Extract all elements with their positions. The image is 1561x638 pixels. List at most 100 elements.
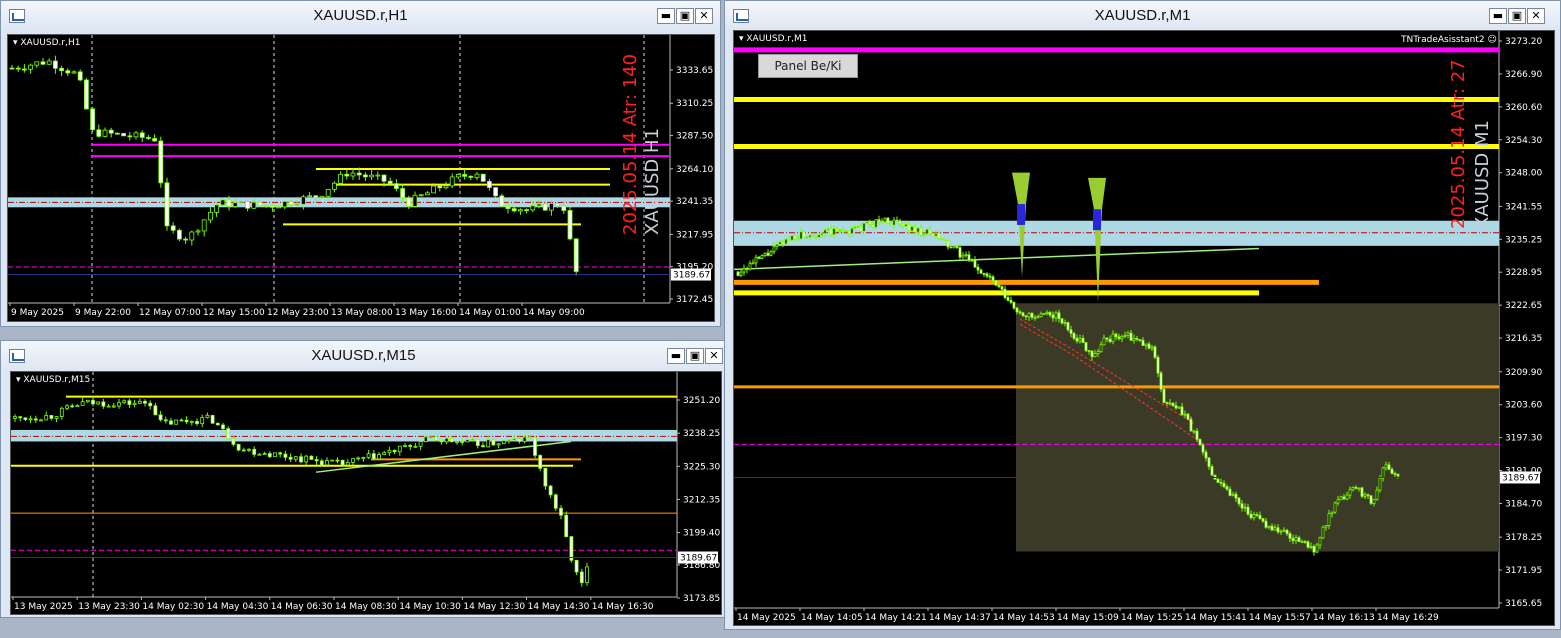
candle-body xyxy=(745,268,749,270)
window-title: XAUUSD.r,M15 xyxy=(311,347,416,364)
candle-body xyxy=(85,399,90,403)
time-label: 13 May 2025 xyxy=(14,602,73,612)
price-label: 3241.35 xyxy=(676,197,713,207)
candle-body xyxy=(195,230,201,233)
minimize-button[interactable]: ▬ xyxy=(1489,8,1507,24)
candle-body xyxy=(919,227,923,236)
candle-body xyxy=(475,438,480,446)
candle-body xyxy=(251,201,257,209)
chart-area[interactable]: 3333.65 3310.25 3287.50 3264.10 3241.35 3217.… xyxy=(7,34,715,322)
candle-body xyxy=(913,226,917,233)
minimize-button[interactable]: ▬ xyxy=(667,348,685,364)
time-label: 14 May 14:30 xyxy=(528,602,590,612)
candle-body xyxy=(1012,301,1016,309)
candle-body xyxy=(319,460,324,466)
candle-body xyxy=(1336,499,1340,504)
candle-body xyxy=(273,452,277,458)
candle-body xyxy=(1354,486,1358,489)
candle-body xyxy=(844,230,848,233)
maximize-button[interactable]: ▣ xyxy=(1508,8,1526,24)
time-label: 14 May 2025 xyxy=(737,613,796,623)
candle-body xyxy=(375,174,381,177)
candle-body xyxy=(257,201,263,206)
candle-body xyxy=(814,235,818,238)
candle-body xyxy=(288,201,294,206)
candle-body xyxy=(377,454,381,460)
candle-body xyxy=(40,61,46,65)
candle-body xyxy=(319,195,325,198)
chart-window-h1[interactable]: XAUUSD.r,H1 ▬ ▣ ✕ 3333.65 3310.25 3287.50 3… xyxy=(0,0,721,327)
maximize-button[interactable]: ▣ xyxy=(686,348,704,364)
price-label: 3197.30 xyxy=(1505,434,1542,444)
candle-body xyxy=(174,419,179,425)
symbol-label[interactable]: ▾ XAUUSD.r,M15 xyxy=(16,375,90,385)
candle-body xyxy=(59,407,64,417)
candle-body xyxy=(431,185,437,194)
candle-body xyxy=(340,459,345,466)
title-bar[interactable]: XAUUSD.r,M15 ▬ ▣ ✕ xyxy=(1,341,726,371)
title-bar[interactable]: XAUUSD.r,M1 ▬ ▣ ✕ xyxy=(725,1,1560,31)
candle-body xyxy=(335,459,340,462)
candle-body xyxy=(1330,511,1334,515)
candle-body xyxy=(742,268,746,273)
candle-body xyxy=(1063,322,1067,324)
maximize-button[interactable]: ▣ xyxy=(676,8,694,24)
candle-body xyxy=(561,205,567,211)
candle-body xyxy=(288,456,293,460)
close-button[interactable]: ✕ xyxy=(705,348,723,364)
chart-canvas[interactable]: 3333.65 3310.25 3287.50 3264.10 3241.35 3217.… xyxy=(8,35,714,321)
minimize-button[interactable]: ▬ xyxy=(657,8,675,24)
candle-body xyxy=(1147,343,1151,349)
candle-body xyxy=(1021,312,1025,316)
panel-be-ki-button[interactable]: Panel Be/Ki xyxy=(758,54,858,78)
candle-body xyxy=(1078,337,1082,342)
candle-body xyxy=(381,174,387,182)
symbol-label[interactable]: ▾ XAUUSD.r,H1 xyxy=(13,38,80,48)
time-label: 14 May 10:30 xyxy=(399,602,461,612)
time-label: 14 May 14:37 xyxy=(929,613,991,623)
chart-area[interactable]: 3251.20 3238.25 3225.30 3212.35 3199.40 3186.… xyxy=(10,371,722,615)
symbol-label[interactable]: ▾ XAUUSD.r,M1 xyxy=(739,34,807,44)
candle-body xyxy=(1144,343,1148,346)
candle-body xyxy=(1222,482,1226,488)
candle-body xyxy=(1219,481,1223,484)
candle-body xyxy=(512,438,517,441)
candle-body xyxy=(1033,316,1037,319)
candle-body xyxy=(496,443,501,446)
close-button[interactable]: ✕ xyxy=(1527,8,1545,24)
price-label: 3171.95 xyxy=(1505,566,1542,576)
candle-body xyxy=(1081,337,1085,343)
candle-body xyxy=(1225,486,1229,490)
candle-body xyxy=(522,436,527,442)
candle-body xyxy=(1195,430,1199,440)
candle-body xyxy=(928,228,932,235)
close-button[interactable]: ✕ xyxy=(695,8,713,24)
candle-body xyxy=(823,229,827,234)
time-label: 14 May 02:30 xyxy=(142,602,204,612)
candle-body xyxy=(106,405,111,408)
candle-body xyxy=(1102,337,1106,346)
chart-area[interactable]: 3273.20 3266.90 3260.60 3254.30 3248.00 3241.… xyxy=(733,30,1555,626)
candle-body xyxy=(934,233,938,237)
candle-body xyxy=(293,456,298,460)
candle-body xyxy=(1291,537,1295,542)
candle-body xyxy=(1324,524,1328,528)
candle-body xyxy=(338,173,344,184)
candle-body xyxy=(1351,486,1355,491)
candle-body xyxy=(1258,514,1262,520)
price-label: 3203.60 xyxy=(1505,401,1542,411)
candle-body xyxy=(210,414,215,424)
candle-body xyxy=(474,173,480,178)
title-bar[interactable]: XAUUSD.r,H1 ▬ ▣ ✕ xyxy=(1,1,720,31)
chart-canvas[interactable]: 3251.203238.253225.303212.353199.403186.… xyxy=(11,372,721,614)
candle-body xyxy=(1042,313,1046,315)
chart-canvas[interactable]: 3273.20 3266.90 3260.60 3254.30 3248.00 3241.… xyxy=(734,31,1554,625)
chart-window-m1[interactable]: XAUUSD.r,M1 ▬ ▣ ✕ 3273.20 3266.90 3260.60 3… xyxy=(724,0,1561,630)
candle-body xyxy=(1396,473,1400,477)
candle-body xyxy=(1018,311,1022,314)
candle-body xyxy=(1108,338,1112,343)
candle-body xyxy=(283,453,288,458)
chart-window-m15[interactable]: XAUUSD.r,M15 ▬ ▣ ✕ 3251.20 3238.25 3225.30… xyxy=(0,340,727,618)
candle-body xyxy=(127,135,133,138)
candle-body xyxy=(889,222,893,226)
